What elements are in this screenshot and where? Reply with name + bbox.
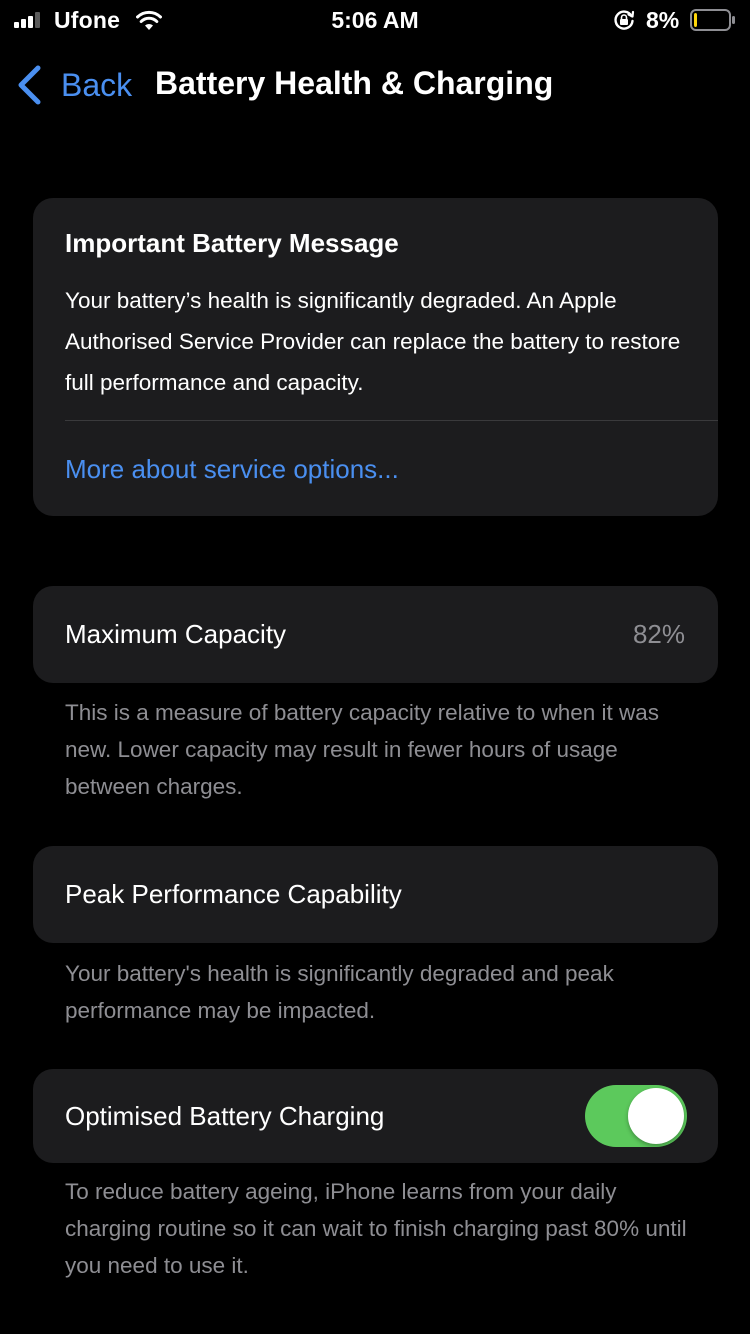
peak-performance-note: Your battery's health is significantly d…: [65, 961, 614, 1023]
page-title: Battery Health & Charging: [155, 65, 554, 101]
toggle-knob: [628, 1088, 684, 1144]
peak-performance-row: Peak Performance Capability: [33, 846, 718, 943]
peak-performance-label: Peak Performance Capability: [65, 879, 402, 909]
message-body: Your battery’s health is significantly d…: [65, 288, 681, 395]
back-button[interactable]: Back: [16, 62, 132, 108]
maximum-capacity-row: Maximum Capacity 82%: [33, 586, 718, 683]
optimised-charging-label: Optimised Battery Charging: [65, 1101, 385, 1131]
service-options-link[interactable]: More about service options...: [65, 454, 399, 485]
battery-icon: [690, 9, 735, 31]
back-label: Back: [61, 66, 133, 103]
navigation-bar: Back Battery Health & Charging: [0, 60, 750, 110]
divider: [65, 420, 718, 421]
optimised-charging-note: To reduce battery ageing, iPhone learns …: [65, 1179, 687, 1278]
battery-percentage: 8%: [646, 7, 680, 33]
optimised-charging-row: Optimised Battery Charging: [33, 1069, 718, 1163]
message-title: Important Battery Message: [65, 228, 399, 258]
status-time: 5:06 AM: [331, 7, 419, 33]
chevron-left-icon: [18, 65, 41, 105]
status-bar: Ufone 5:06 AM 8%: [0, 0, 750, 40]
maximum-capacity-value: 82%: [632, 619, 685, 649]
orientation-lock-icon: [614, 10, 635, 30]
battery-message-card: Important Battery Message Your battery’s…: [33, 198, 718, 516]
battery-level-fill: [694, 13, 697, 27]
maximum-capacity-note: This is a measure of battery capacity re…: [65, 700, 660, 799]
optimised-charging-toggle[interactable]: [585, 1085, 687, 1147]
maximum-capacity-label: Maximum Capacity: [65, 619, 287, 649]
